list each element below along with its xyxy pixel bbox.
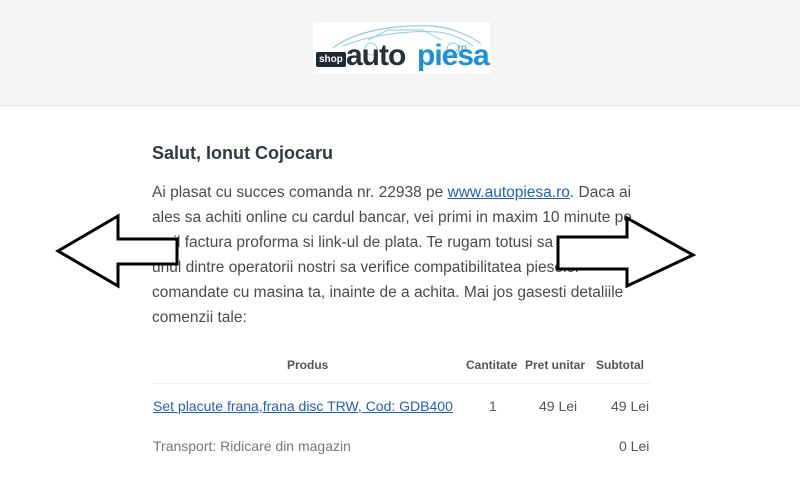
logo-word-auto: auto: [346, 39, 406, 72]
message-text-start: Ai plasat cu succes comanda nr. 22938 pe: [152, 184, 448, 201]
right-arrow-icon: [556, 215, 697, 289]
logo-word-piesa: piesa: [417, 39, 490, 72]
subtotal-cell: 49 Lei: [611, 398, 650, 414]
col-header-product: Produs: [287, 358, 329, 372]
logo-tld: .ro: [455, 43, 467, 54]
transport-label: Transport: Ridicare din magazin: [153, 438, 351, 454]
col-header-subtotal: Subtotal: [596, 358, 644, 372]
email-header: shop auto piesa .ro: [0, 0, 800, 106]
autopiesa-logo[interactable]: shop auto piesa .ro: [313, 22, 490, 74]
product-link[interactable]: Set placute frana,frana disc TRW, Cod: G…: [153, 398, 453, 414]
unit-price-cell: 49 Lei: [539, 398, 578, 414]
table-divider: [153, 383, 650, 384]
transport-subtotal: 0 Lei: [619, 438, 650, 454]
left-arrow-icon: [55, 213, 179, 289]
logo-shop-tag: shop: [316, 52, 346, 67]
col-header-qty: Cantitate: [466, 358, 518, 372]
greeting-heading: Salut, Ionut Cojocaru: [152, 143, 334, 163]
site-link[interactable]: www.autopiesa.ro: [448, 184, 570, 201]
qty-cell: 1: [489, 398, 497, 414]
col-header-unit-price: Pret unitar: [525, 358, 586, 372]
